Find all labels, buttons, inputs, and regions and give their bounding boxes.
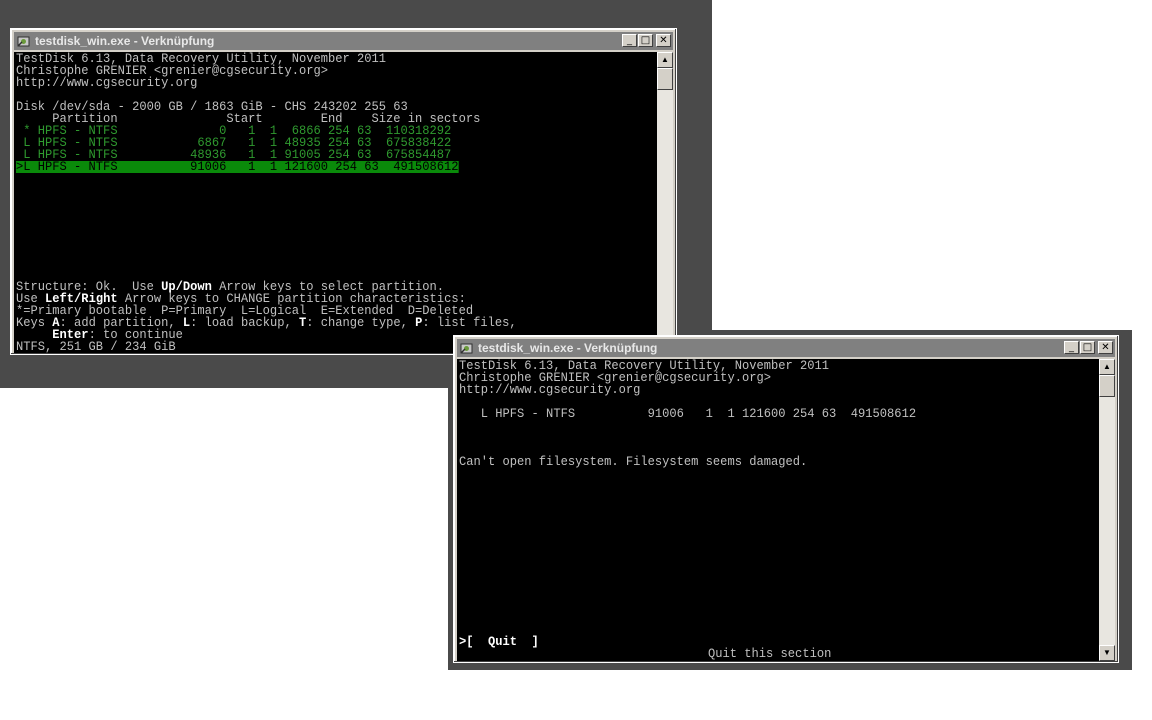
scroll-up-button[interactable]: ▲ bbox=[1099, 359, 1115, 375]
testdisk-window-1[interactable]: testdisk_win.exe - Verknüpfung _ □ ✕ Tes… bbox=[10, 28, 677, 355]
console-area[interactable]: TestDisk 6.13, Data Recovery Utility, No… bbox=[457, 359, 1099, 661]
help-text: : change type, bbox=[306, 315, 416, 330]
scroll-thumb[interactable] bbox=[1099, 375, 1115, 397]
window-title: testdisk_win.exe - Verknüpfung bbox=[478, 341, 658, 355]
testdisk-app-icon bbox=[17, 34, 31, 48]
scroll-up-button[interactable]: ▲ bbox=[657, 52, 673, 68]
help-text: : load backup, bbox=[190, 315, 299, 330]
vertical-scrollbar[interactable]: ▲ ▼ bbox=[1099, 359, 1115, 661]
scroll-thumb[interactable] bbox=[657, 68, 673, 90]
testdisk-app-icon bbox=[460, 341, 474, 355]
quit-button[interactable]: >[ Quit ] bbox=[459, 635, 539, 648]
maximize-button[interactable]: □ bbox=[1080, 341, 1095, 354]
close-button[interactable]: ✕ bbox=[1098, 341, 1113, 354]
help-text: : list files, bbox=[422, 315, 517, 330]
error-message: Can't open filesystem. Filesystem seems … bbox=[459, 454, 808, 469]
window-title: testdisk_win.exe - Verknüpfung bbox=[35, 34, 215, 48]
scroll-down-button[interactable]: ▼ bbox=[1099, 645, 1115, 661]
console-area[interactable]: TestDisk 6.13, Data Recovery Utility, No… bbox=[14, 52, 657, 353]
status-line: NTFS, 251 GB / 234 GiB bbox=[16, 339, 176, 353]
title-bar[interactable]: testdisk_win.exe - Verknüpfung _ □ ✕ bbox=[457, 339, 1115, 357]
maximize-button[interactable]: □ bbox=[638, 34, 653, 47]
partition-line: L HPFS - NTFS 91006 1 1 121600 254 63 49… bbox=[459, 406, 917, 421]
title-bar[interactable]: testdisk_win.exe - Verknüpfung _ □ ✕ bbox=[14, 32, 673, 50]
header-line: http://www.cgsecurity.org bbox=[459, 382, 641, 397]
minimize-button[interactable]: _ bbox=[1064, 341, 1079, 354]
testdisk-window-2[interactable]: testdisk_win.exe - Verknüpfung _ □ ✕ Tes… bbox=[453, 335, 1119, 663]
minimize-button[interactable]: _ bbox=[622, 34, 637, 47]
help-key: P bbox=[415, 315, 423, 330]
close-button[interactable]: ✕ bbox=[656, 34, 671, 47]
vertical-scrollbar[interactable]: ▲ bbox=[657, 52, 673, 353]
quit-hint: Quit this section bbox=[708, 646, 832, 661]
header-line: http://www.cgsecurity.org bbox=[16, 75, 198, 90]
partition-row-selected[interactable]: >L HPFS - NTFS 91006 1 1 121600 254 63 4… bbox=[16, 160, 459, 173]
